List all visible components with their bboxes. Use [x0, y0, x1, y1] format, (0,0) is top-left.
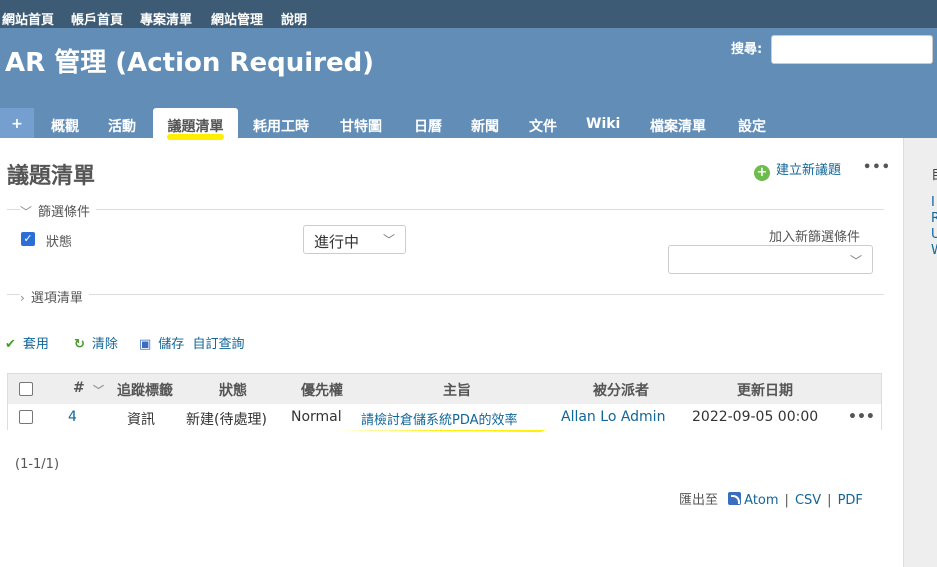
column-header-updated[interactable]: 更新日期 — [737, 380, 793, 400]
options-divider — [7, 294, 884, 295]
tab-new-object[interactable]: + — [0, 108, 34, 138]
issue-subject-link[interactable]: 請檢討倉儲系統PDA的效率 — [361, 409, 518, 428]
top-menu-my-page[interactable]: 帳戶首頁 — [71, 9, 123, 28]
tab-issues-label: 議題清單 — [167, 119, 224, 135]
save-label: 儲存 — [158, 337, 185, 352]
issue-status: 新建(待處理) — [186, 412, 267, 428]
column-header-assignee[interactable]: 被分派者 — [593, 380, 649, 400]
column-header-status[interactable]: 狀態 — [219, 380, 247, 400]
tab-issues[interactable]: 議題清單 — [153, 108, 238, 140]
tab-overview[interactable]: 概觀 — [51, 108, 79, 138]
export-links: 匯出至 Atom | CSV | PDF — [679, 489, 863, 508]
tab-settings[interactable]: 設定 — [738, 108, 766, 138]
status-operator-select[interactable]: 進行中 ﹀ — [303, 225, 406, 254]
issues-table: # ﹀ 追蹤標籤 狀態 優先權 主旨 被分派者 更新日期 4 資訊 新建(待處理… — [7, 373, 882, 430]
separator: | — [784, 493, 789, 508]
status-filter-label: 狀態 — [46, 235, 73, 250]
top-menu-administration[interactable]: 網站管理 — [211, 9, 263, 28]
select-all-checkbox[interactable] — [19, 382, 33, 396]
top-menu-home[interactable]: 網站首頁 — [2, 9, 54, 28]
issue-id-link[interactable]: 4 — [68, 409, 77, 425]
highlight-mark — [167, 134, 224, 140]
tab-files[interactable]: 檔案清單 — [650, 108, 706, 138]
filters-legend[interactable]: ﹀ 篩選條件 — [20, 201, 97, 220]
export-atom-link[interactable]: Atom — [744, 493, 778, 508]
tab-documents[interactable]: 文件 — [529, 108, 557, 138]
column-header-subject[interactable]: 主旨 — [443, 380, 471, 400]
reload-icon: ↻ — [74, 337, 85, 352]
export-pdf-link[interactable]: PDF — [838, 493, 863, 508]
top-menu-projects[interactable]: 專案清單 — [140, 9, 192, 28]
separator: | — [827, 493, 832, 508]
column-header-id[interactable]: # — [73, 380, 85, 396]
save-query-button[interactable]: ▣ 儲存 自訂查詢 — [139, 333, 244, 352]
tab-calendar[interactable]: 日曆 — [414, 108, 442, 138]
tab-wiki[interactable]: Wiki — [586, 108, 620, 138]
sidebar-link-1[interactable]: I — [931, 195, 935, 210]
project-title: AR 管理 (Action Required) — [5, 48, 375, 78]
apply-label: 套用 — [22, 337, 49, 352]
row-actions-icon[interactable]: ••• — [848, 409, 875, 425]
status-operator-value: 進行中 — [314, 233, 360, 251]
tab-activity[interactable]: 活動 — [108, 108, 136, 138]
column-header-tracker[interactable]: 追蹤標籤 — [117, 380, 173, 400]
sidebar-link-4[interactable]: W — [931, 243, 937, 258]
options-legend[interactable]: › 選項清單 — [20, 287, 89, 306]
search-input[interactable] — [771, 35, 933, 64]
actions-menu-icon[interactable]: ••• — [863, 160, 891, 175]
pagination: (1-1/1) — [15, 457, 60, 472]
add-icon: + — [754, 165, 770, 181]
table-header: # ﹀ 追蹤標籤 狀態 優先權 主旨 被分派者 更新日期 — [8, 374, 881, 404]
search-label: 搜尋: — [731, 42, 763, 57]
options-legend-label: 選項清單 — [30, 291, 83, 306]
tab-time-entries[interactable]: 耗用工時 — [253, 108, 309, 138]
chevron-down-icon: ﹀ — [849, 254, 862, 268]
sidebar-link-3[interactable]: U — [931, 227, 937, 242]
tab-news[interactable]: 新聞 — [471, 108, 499, 138]
clear-label: 清除 — [91, 337, 118, 352]
filters-divider — [7, 209, 884, 210]
issue-assignee-link[interactable]: Allan Lo Admin — [561, 409, 665, 425]
chevron-down-icon: ﹀ — [382, 233, 395, 247]
issue-priority: Normal — [291, 409, 342, 425]
page-title: 議題清單 — [7, 164, 96, 189]
sidebar-link-2[interactable]: R — [931, 211, 937, 226]
export-label: 匯出至 — [679, 493, 719, 508]
save-icon: ▣ — [139, 337, 152, 352]
add-filter-select[interactable]: ﹀ — [668, 245, 873, 274]
rss-feed-icon — [728, 492, 742, 505]
export-csv-link[interactable]: CSV — [795, 493, 821, 508]
add-filter-label: 加入新篩選條件 — [769, 230, 861, 245]
issue-updated: 2022-09-05 00:00 — [692, 409, 819, 425]
sidebar: 自 I R U W — [903, 138, 937, 567]
table-row: 4 資訊 新建(待處理) Normal 請檢討倉儲系統PDA的效率 Allan … — [8, 404, 881, 430]
sidebar-title: 自 — [931, 164, 937, 184]
column-header-priority[interactable]: 優先權 — [301, 380, 343, 400]
new-issue-label: 建立新議題 — [776, 163, 842, 178]
filters-legend-label: 篩選條件 — [38, 205, 91, 220]
apply-button[interactable]: ✔ 套用 — [5, 333, 49, 352]
top-menu: 網站首頁 帳戶首頁 專案清單 網站管理 說明 — [0, 0, 937, 28]
status-filter-checkbox[interactable]: ✓ — [21, 232, 35, 246]
clear-button[interactable]: ↻ 清除 — [74, 333, 118, 352]
new-issue-button[interactable]: + 建立新議題 — [754, 159, 841, 181]
top-menu-help[interactable]: 說明 — [281, 9, 307, 28]
chevron-right-icon: › — [20, 291, 25, 305]
issue-tracker: 資訊 — [127, 412, 155, 428]
tab-gantt[interactable]: 甘特圖 — [340, 108, 382, 138]
custom-query-label: 自訂查詢 — [192, 337, 245, 352]
checkmark-icon: ✔ — [5, 337, 16, 352]
row-checkbox[interactable] — [19, 410, 33, 424]
sort-chevron-icon: ﹀ — [93, 384, 104, 397]
chevron-down-icon: ﹀ — [20, 205, 33, 219]
main-menu-tabs: + 概觀 活動 議題清單 耗用工時 甘特圖 日曆 新聞 文件 Wiki 檔案清單… — [0, 108, 937, 140]
